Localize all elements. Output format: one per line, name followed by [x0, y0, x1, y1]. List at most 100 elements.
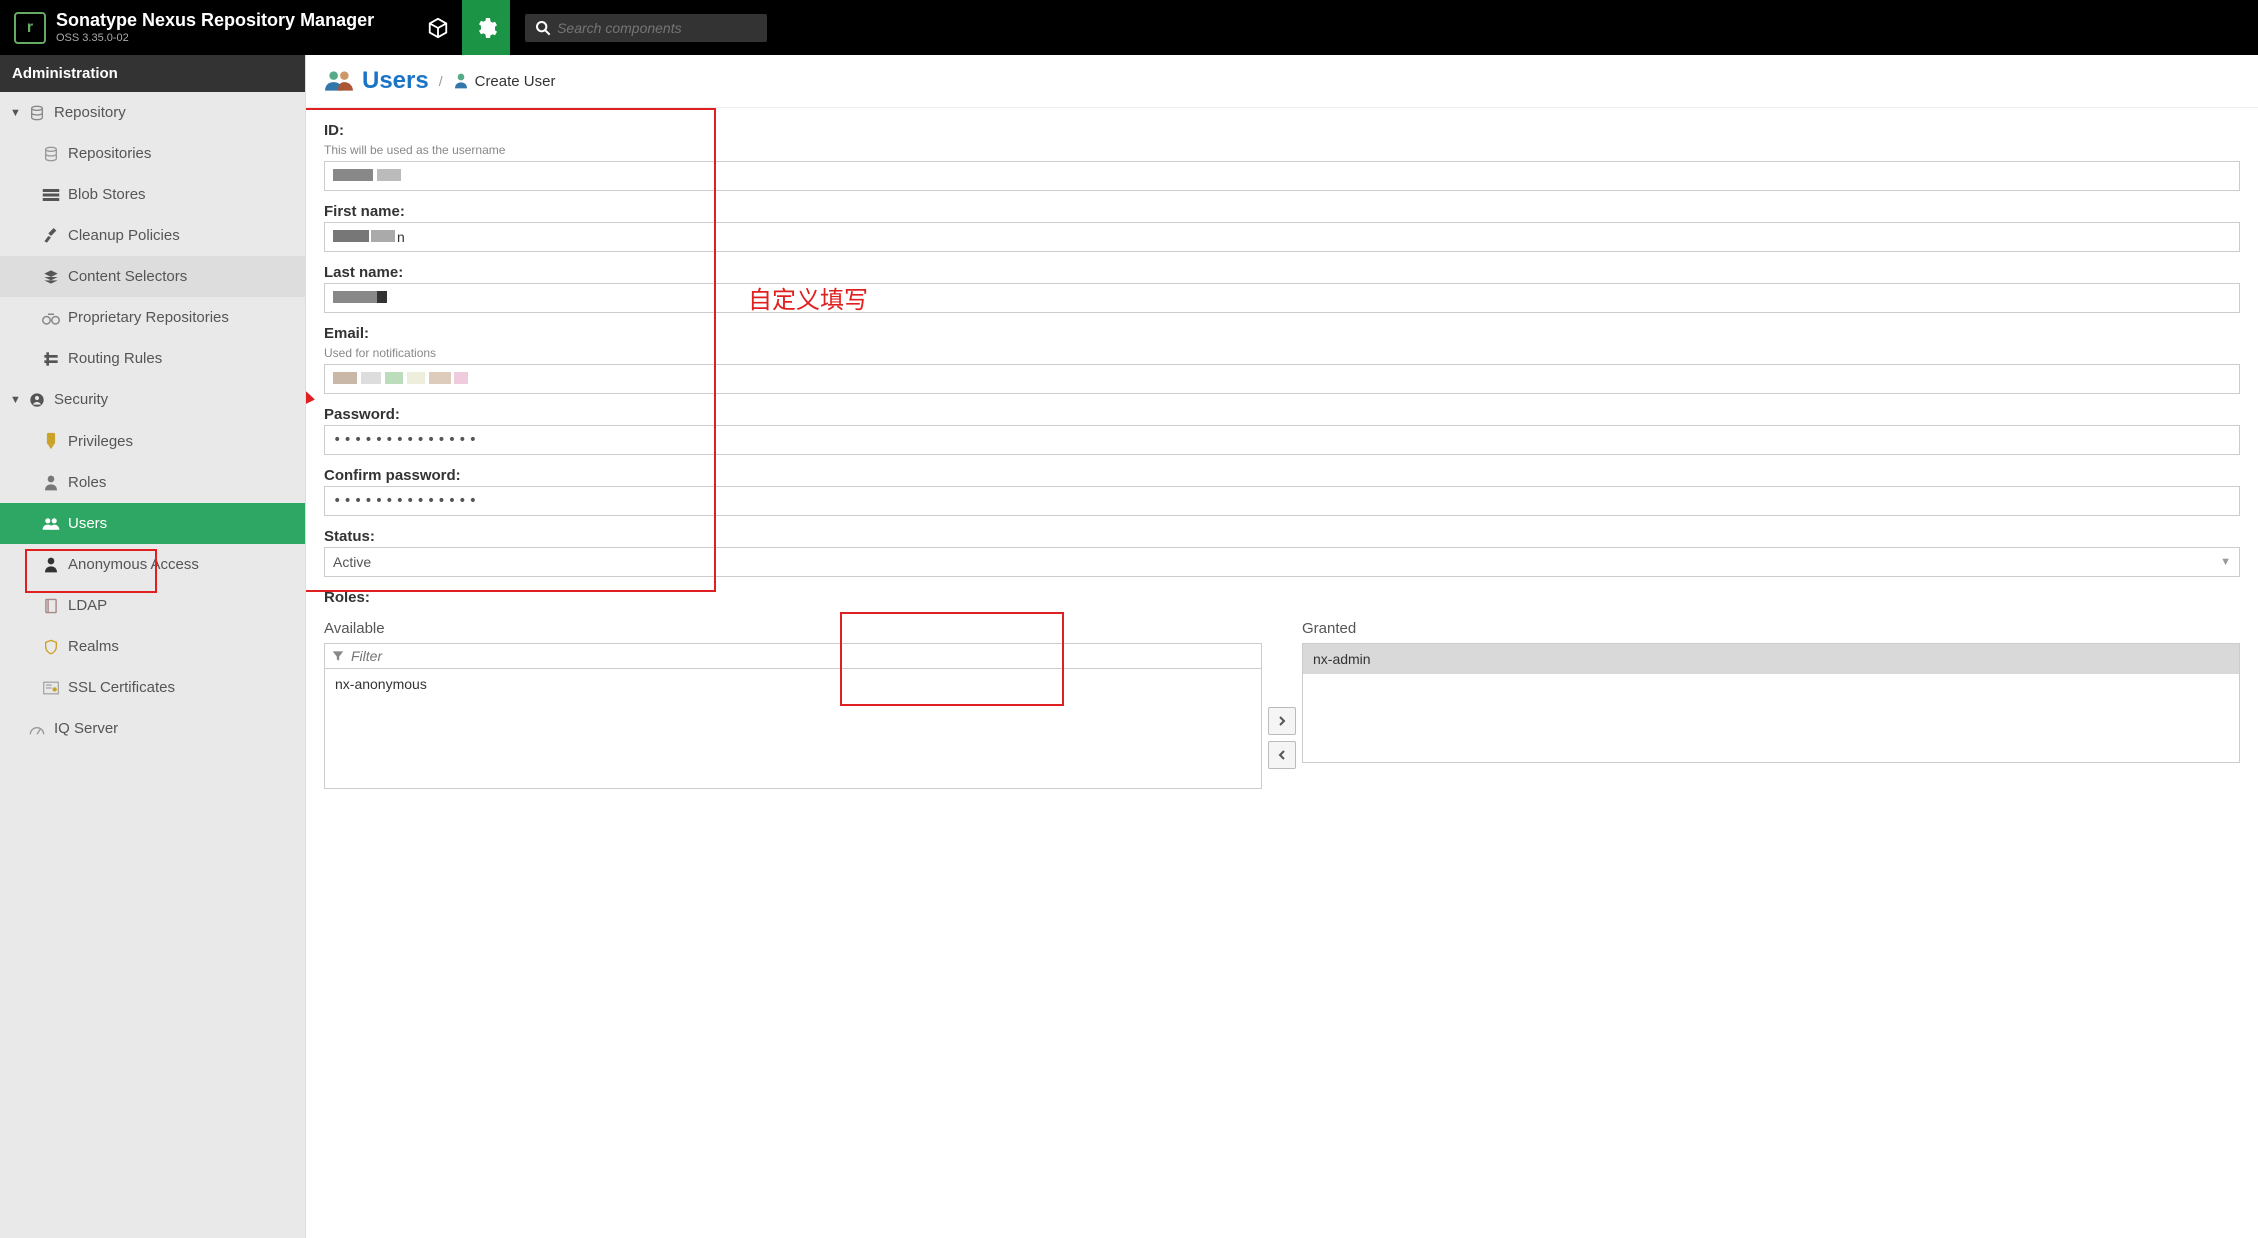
roles-granted-label: Granted: [1302, 614, 2240, 643]
sidebar-item-security[interactable]: ▼ Security: [0, 379, 305, 420]
sidebar: Administration ▼ Repository Repositories…: [0, 55, 306, 1238]
last-name-input[interactable]: [324, 283, 2240, 313]
roles-transfer-buttons: [1262, 614, 1302, 789]
field-email: Email: Used for notifications: [324, 319, 2240, 394]
search-input[interactable]: [557, 20, 757, 36]
app-header: r Sonatype Nexus Repository Manager OSS …: [0, 0, 2258, 55]
admin-button[interactable]: [462, 0, 510, 55]
blob-icon: [40, 188, 62, 202]
sidebar-item-privileges[interactable]: Privileges: [0, 420, 305, 462]
security-icon: [26, 392, 48, 408]
app-logo: r: [14, 12, 46, 44]
sidebar-item-repositories[interactable]: Repositories: [0, 133, 305, 174]
cube-icon: [427, 17, 449, 39]
annotation-arrow: [306, 388, 316, 578]
id-help: This will be used as the username: [324, 141, 2240, 161]
password-input[interactable]: [324, 425, 2240, 455]
sidebar-item-label: SSL Certificates: [68, 679, 175, 696]
confirm-password-input[interactable]: [324, 486, 2240, 516]
dashboard-icon: [26, 722, 48, 736]
sidebar-item-anonymous-access[interactable]: Anonymous Access: [0, 544, 305, 585]
sidebar-item-label: Blob Stores: [68, 186, 146, 203]
roles-filter-input[interactable]: [351, 648, 1255, 664]
email-input[interactable]: [324, 364, 2240, 394]
sidebar-item-blob-stores[interactable]: Blob Stores: [0, 174, 305, 215]
layers-icon: [40, 269, 62, 285]
shield-icon: [40, 639, 62, 655]
binoculars-icon: [40, 311, 62, 325]
sidebar-item-label: Users: [68, 515, 107, 532]
search-box[interactable]: [525, 14, 767, 42]
email-help: Used for notifications: [324, 344, 2240, 364]
cert-icon: [40, 681, 62, 695]
roles-available-list[interactable]: nx-anonymous: [324, 669, 1262, 789]
field-roles: Roles: Available nx-anonymous: [324, 583, 2240, 789]
create-user-form: ID: This will be used as the username Fi…: [306, 108, 2258, 813]
users-icon: [40, 517, 62, 531]
confirm-password-label: Confirm password:: [324, 461, 2240, 486]
sidebar-item-roles[interactable]: Roles: [0, 462, 305, 503]
status-select[interactable]: Active ▼: [324, 547, 2240, 577]
sidebar-item-label: Content Selectors: [68, 268, 187, 285]
sidebar-item-users[interactable]: Users: [0, 503, 305, 544]
roles-label: Roles:: [324, 583, 2240, 608]
list-item[interactable]: nx-anonymous: [325, 669, 1261, 699]
roles-filter-box[interactable]: [324, 643, 1262, 669]
first-name-input[interactable]: n: [324, 222, 2240, 252]
sidebar-item-label: Repository: [54, 104, 126, 121]
sidebar-item-label: Proprietary Repositories: [68, 309, 229, 326]
field-last-name: Last name:: [324, 258, 2240, 313]
app-title: Sonatype Nexus Repository Manager: [56, 10, 374, 32]
sidebar-item-iq-server[interactable]: IQ Server: [0, 708, 305, 749]
brush-icon: [40, 228, 62, 244]
users-icon: [324, 69, 354, 93]
sidebar-item-label: IQ Server: [54, 720, 118, 737]
add-role-button[interactable]: [1268, 707, 1296, 735]
app-title-block: Sonatype Nexus Repository Manager OSS 3.…: [56, 10, 374, 45]
page-title[interactable]: Users: [362, 67, 429, 95]
roles-granted-panel: Granted nx-admin: [1302, 614, 2240, 789]
database-icon: [26, 105, 48, 121]
status-value: Active: [333, 554, 371, 570]
chevron-down-icon: ▼: [10, 394, 24, 406]
sidebar-item-routing-rules[interactable]: Routing Rules: [0, 338, 305, 379]
email-label: Email:: [324, 319, 2240, 344]
field-id: ID: This will be used as the username: [324, 116, 2240, 191]
first-name-label: First name:: [324, 197, 2240, 222]
search-icon: [535, 20, 551, 36]
sidebar-item-realms[interactable]: Realms: [0, 626, 305, 667]
remove-role-button[interactable]: [1268, 741, 1296, 769]
main-content: Users / Create User ID: This will be use…: [306, 55, 2258, 1238]
sidebar-item-label: Repositories: [68, 145, 151, 162]
sidebar-title: Administration: [0, 55, 306, 92]
field-status: Status: Active ▼: [324, 522, 2240, 577]
id-input[interactable]: [324, 161, 2240, 191]
app-version: OSS 3.35.0-02: [56, 32, 374, 45]
list-item[interactable]: nx-admin: [1303, 644, 2239, 674]
id-label: ID:: [324, 116, 2240, 141]
user-small-icon: [453, 73, 469, 89]
sidebar-item-ssl-certificates[interactable]: SSL Certificates: [0, 667, 305, 708]
page-header: Users / Create User: [306, 55, 2258, 108]
sidebar-item-label: Anonymous Access: [68, 556, 199, 573]
sidebar-item-ldap[interactable]: LDAP: [0, 585, 305, 626]
browse-button[interactable]: [414, 0, 462, 55]
field-password: Password:: [324, 400, 2240, 455]
gear-icon: [474, 16, 498, 40]
sidebar-item-content-selectors[interactable]: Content Selectors: [0, 256, 305, 297]
sidebar-item-cleanup-policies[interactable]: Cleanup Policies: [0, 215, 305, 256]
sidebar-item-label: Privileges: [68, 433, 133, 450]
chevron-down-icon: ▼: [2220, 556, 2231, 568]
filter-icon: [331, 649, 345, 663]
sidebar-item-label: Security: [54, 391, 108, 408]
person-icon: [40, 475, 62, 491]
chevron-left-icon: [1277, 750, 1287, 760]
ribbon-icon: [40, 432, 62, 450]
sidebar-item-label: LDAP: [68, 597, 107, 614]
breadcrumb-action: Create User: [475, 73, 556, 90]
last-name-label: Last name:: [324, 258, 2240, 283]
sidebar-item-proprietary-repositories[interactable]: Proprietary Repositories: [0, 297, 305, 338]
status-label: Status:: [324, 522, 2240, 547]
sidebar-item-repository[interactable]: ▼ Repository: [0, 92, 305, 133]
roles-granted-list[interactable]: nx-admin: [1302, 643, 2240, 763]
